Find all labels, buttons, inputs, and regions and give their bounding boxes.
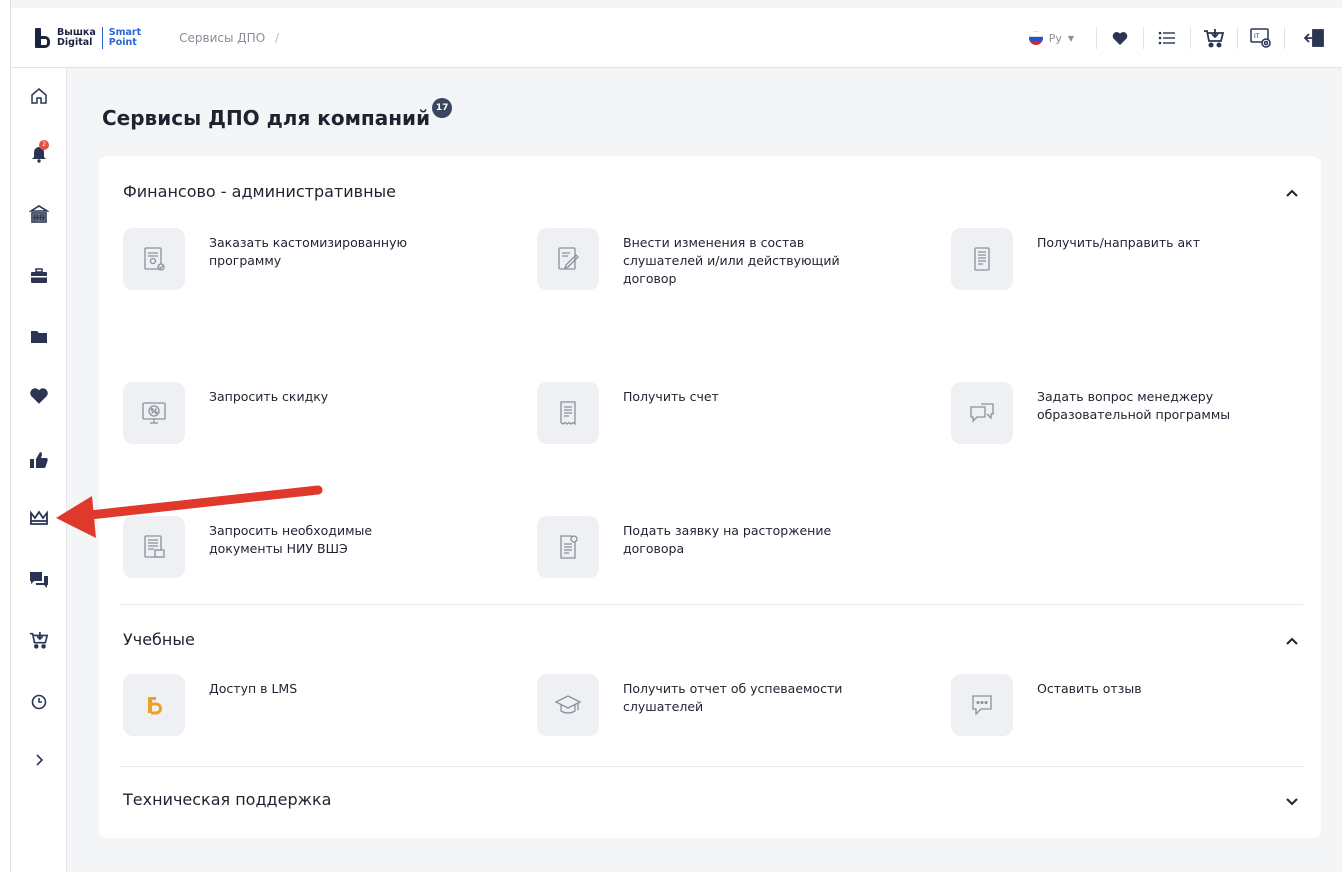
chevron-up-icon[interactable] [1285, 186, 1299, 200]
cart-icon[interactable] [1191, 8, 1237, 68]
logo-line2: Digital [57, 36, 93, 48]
flag-icon [1028, 31, 1043, 45]
service-item[interactable]: Оставить отзыв [951, 674, 1277, 736]
service-label: Заказать кастомизированную программу [209, 235, 408, 268]
section-title-support[interactable]: Техническая поддержка [123, 790, 331, 809]
feedback-icon [951, 674, 1013, 736]
services-card: Финансово - административные Заказать ка… [99, 156, 1321, 838]
service-label: Задать вопрос менеджеру образовательной … [1037, 389, 1231, 422]
service-item[interactable]: Запросить необходимые документы НИУ ВШЭ [123, 516, 449, 578]
service-item[interactable]: Подать заявку на расторжение договора [537, 516, 863, 578]
service-label: Подать заявку на расторжение договора [623, 523, 832, 556]
crown-icon[interactable] [29, 508, 49, 528]
request-documents-icon [123, 516, 185, 578]
service-item[interactable]: Получить/направить акт [951, 228, 1277, 290]
logo-line1: Вышка [57, 26, 96, 38]
section-title-finance[interactable]: Финансово - административные [123, 182, 396, 201]
clock-icon[interactable] [29, 692, 49, 712]
logo-brand1: Smart [108, 26, 142, 38]
lms-logo-icon [123, 674, 185, 736]
invoice-icon [537, 382, 599, 444]
service-item[interactable]: Доступ в LMS [123, 674, 449, 736]
chat-icon[interactable] [29, 570, 49, 590]
service-label: Внести изменения в состав слушателей и/и… [623, 235, 840, 286]
service-label: Получить отчет об успеваемости слушателе… [623, 681, 843, 714]
breadcrumb-separator: / [274, 30, 280, 45]
services-count-badge: 17 [432, 98, 453, 118]
service-item[interactable]: Внести изменения в состав слушателей и/и… [537, 228, 863, 290]
chevron-up-icon[interactable] [1285, 634, 1299, 648]
sidebar: 2 [11, 68, 67, 872]
briefcase-icon[interactable] [29, 266, 49, 286]
list-icon[interactable] [1144, 8, 1190, 68]
logo-icon [33, 27, 51, 49]
notification-badge: 2 [39, 140, 49, 150]
service-label: Запросить скидку [209, 389, 329, 404]
service-label: Запросить необходимые документы НИУ ВШЭ [209, 523, 373, 556]
graduation-cap-icon [537, 674, 599, 736]
it-monitor-icon[interactable]: IT [1238, 8, 1284, 68]
section-title-education[interactable]: Учебные [123, 630, 195, 649]
top-header: Вышка Digital Smart Point Сервисы ДПО / … [11, 8, 1342, 68]
notifications-bell-icon[interactable]: 2 [29, 140, 49, 164]
service-item[interactable]: Получить отчет об успеваемости слушателе… [537, 674, 863, 736]
act-document-icon [951, 228, 1013, 290]
service-label: Получить/направить акт [1037, 235, 1201, 250]
caret-down-icon: ▼ [1067, 33, 1074, 43]
expand-sidebar-icon[interactable] [29, 750, 49, 770]
university-icon[interactable] [29, 204, 49, 224]
ask-manager-icon [951, 382, 1013, 444]
service-item[interactable]: Задать вопрос менеджеру образовательной … [951, 382, 1277, 444]
page-title: Сервисы ДПО для компаний 17 [102, 98, 453, 130]
service-label: Доступ в LMS [209, 681, 298, 696]
service-item[interactable]: Запросить скидку [123, 382, 449, 444]
chevron-down-icon[interactable] [1285, 794, 1299, 808]
logo[interactable]: Вышка Digital Smart Point [33, 26, 142, 49]
svg-text:IT: IT [1254, 33, 1260, 40]
language-label: Ру [1048, 31, 1062, 45]
breadcrumb-current[interactable]: Сервисы ДПО [179, 31, 265, 45]
breadcrumb: Сервисы ДПО / [179, 31, 279, 45]
folder-icon[interactable] [29, 326, 49, 346]
terminate-contract-icon [537, 516, 599, 578]
service-label: Получить счет [623, 389, 719, 404]
heart-icon[interactable] [29, 386, 49, 406]
page-title-text: Сервисы ДПО для компаний [102, 106, 431, 130]
logo-brand2: Point [108, 36, 137, 48]
language-selector[interactable]: Ру ▼ [1028, 31, 1074, 45]
edit-contract-icon [537, 228, 599, 290]
discount-icon [123, 382, 185, 444]
thumbs-up-icon[interactable] [29, 450, 49, 470]
favorites-heart-icon[interactable] [1097, 8, 1143, 68]
logout-icon[interactable] [1285, 8, 1342, 68]
service-label: Оставить отзыв [1037, 681, 1142, 696]
service-item[interactable]: Заказать кастомизированную программу [123, 228, 449, 290]
custom-program-icon [123, 228, 185, 290]
service-item[interactable]: Получить счет [537, 382, 863, 444]
app-frame: Вышка Digital Smart Point Сервисы ДПО / … [10, 0, 1342, 872]
home-icon[interactable] [29, 86, 49, 106]
cart-icon[interactable] [29, 630, 49, 650]
